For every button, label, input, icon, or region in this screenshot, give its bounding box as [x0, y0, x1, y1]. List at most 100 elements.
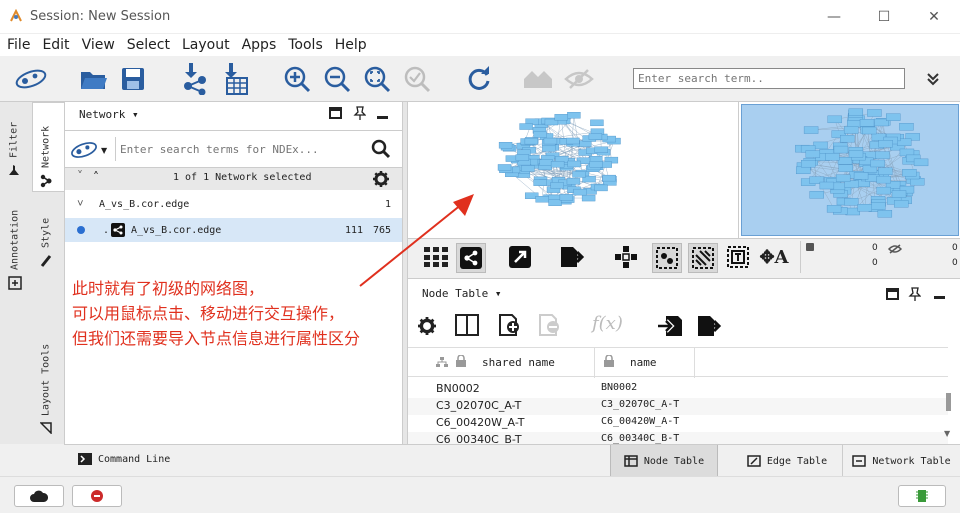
network-node[interactable]: [857, 204, 872, 212]
zoom-fit-icon[interactable]: [400, 62, 434, 96]
network-node[interactable]: [805, 150, 821, 158]
menu-edit[interactable]: Edit: [35, 34, 74, 53]
network-node[interactable]: [809, 191, 824, 199]
network-node[interactable]: [519, 123, 533, 130]
network-node[interactable]: [910, 177, 925, 186]
network-node[interactable]: [844, 198, 859, 206]
network-node[interactable]: [833, 145, 849, 154]
network-node[interactable]: [567, 112, 581, 119]
more-icon[interactable]: [916, 62, 950, 96]
show-columns-icon[interactable]: [454, 313, 480, 341]
add-column-icon[interactable]: [498, 313, 522, 341]
pin-table-icon[interactable]: [908, 287, 922, 305]
detach-view-icon[interactable]: [506, 243, 534, 271]
network-node[interactable]: [795, 166, 811, 175]
network-node[interactable]: [899, 123, 914, 131]
network-overview[interactable]: [738, 102, 960, 238]
network-node[interactable]: [539, 159, 553, 166]
network-node[interactable]: [894, 200, 909, 208]
save-icon[interactable]: [116, 62, 150, 96]
network-node[interactable]: [867, 109, 882, 117]
network-node[interactable]: [878, 140, 893, 148]
network-node[interactable]: [550, 161, 565, 168]
network-node[interactable]: [801, 159, 816, 168]
network-node[interactable]: [533, 179, 547, 186]
memory-button[interactable]: [898, 485, 946, 507]
function-builder-button[interactable]: f(x): [592, 313, 623, 334]
table-row[interactable]: C3_02070C_A-T C3_02070C_A-T: [408, 398, 948, 415]
network-node[interactable]: [825, 153, 840, 161]
cytoscape-logo-icon[interactable]: [12, 62, 50, 96]
network-node[interactable]: [515, 154, 530, 161]
command-line-tab[interactable]: Command Line: [78, 453, 170, 465]
edge-table-tab[interactable]: Edge Table: [732, 445, 842, 477]
menu-layout[interactable]: Layout: [175, 34, 235, 53]
search-input[interactable]: [633, 68, 905, 89]
network-node[interactable]: [803, 126, 819, 134]
network-node[interactable]: [843, 126, 859, 134]
network-node[interactable]: [891, 190, 907, 198]
close-icon[interactable]: ✕: [922, 6, 946, 28]
menu-tools[interactable]: Tools: [281, 34, 328, 53]
export-icon[interactable]: [558, 243, 586, 271]
table-gear-icon[interactable]: [418, 317, 436, 339]
network-node[interactable]: [542, 145, 556, 152]
node-table-tab[interactable]: Node Table: [610, 445, 718, 477]
expand-all-icon[interactable]: ˄: [93, 170, 99, 184]
network-node[interactable]: [871, 202, 886, 210]
network-node[interactable]: [826, 205, 842, 213]
network-node[interactable]: [533, 131, 547, 138]
annotation-text-icon[interactable]: ✥A: [759, 243, 788, 271]
network-node[interactable]: [877, 210, 893, 218]
table-row[interactable]: C6_00420W_A-T C6_00420W_A-T: [408, 415, 948, 432]
refresh-layout-icon[interactable]: [462, 62, 496, 96]
cloud-button[interactable]: [14, 485, 64, 507]
network-node[interactable]: [567, 160, 581, 168]
import-network-icon[interactable]: [178, 62, 212, 96]
select-nodes-button[interactable]: [652, 243, 682, 273]
network-node[interactable]: [837, 157, 853, 165]
network-node[interactable]: [862, 126, 877, 135]
float-panel-icon[interactable]: [329, 107, 342, 123]
error-button[interactable]: [72, 485, 122, 507]
zoom-out-icon[interactable]: [320, 62, 354, 96]
column-header-shared-name[interactable]: shared name: [482, 356, 555, 369]
column-header-name[interactable]: name: [630, 356, 657, 369]
network-node[interactable]: [840, 134, 855, 143]
scroll-down-icon[interactable]: ▼: [944, 429, 950, 438]
network-node[interactable]: [589, 161, 603, 168]
network-node[interactable]: [827, 115, 842, 124]
tab-annotation[interactable]: Annotation: [8, 202, 22, 290]
network-node[interactable]: [573, 188, 587, 196]
network-node[interactable]: [853, 172, 869, 180]
network-node[interactable]: [859, 119, 875, 127]
network-node[interactable]: [524, 137, 539, 145]
table-scrollbar-thumb[interactable]: [946, 393, 951, 411]
network-node[interactable]: [559, 194, 574, 201]
tab-layout-tools[interactable]: Layout Tools: [40, 338, 52, 434]
network-node[interactable]: [550, 182, 564, 189]
network-node[interactable]: [594, 146, 608, 153]
network-node[interactable]: [813, 141, 828, 150]
network-node[interactable]: [902, 169, 917, 177]
float-table-icon[interactable]: [886, 288, 899, 304]
network-node[interactable]: [876, 186, 891, 195]
network-node[interactable]: [581, 194, 596, 202]
ndex-source-dropdown[interactable]: ▼: [67, 137, 111, 163]
network-node[interactable]: [535, 195, 549, 203]
hide-icon[interactable]: [562, 62, 596, 96]
network-node[interactable]: [848, 108, 864, 116]
network-node[interactable]: [566, 178, 581, 185]
menu-view[interactable]: View: [75, 34, 120, 53]
pin-icon[interactable]: [353, 106, 367, 124]
menu-select[interactable]: Select: [120, 34, 175, 53]
menu-help[interactable]: Help: [328, 34, 372, 53]
menu-file[interactable]: File: [0, 34, 35, 53]
network-node[interactable]: [572, 171, 586, 178]
network-node[interactable]: [588, 133, 603, 140]
tab-network[interactable]: Network: [40, 110, 52, 188]
network-node[interactable]: [554, 114, 568, 121]
minimize-icon[interactable]: —: [822, 6, 846, 28]
zoom-in-icon[interactable]: [280, 62, 314, 96]
network-node[interactable]: [878, 167, 893, 175]
